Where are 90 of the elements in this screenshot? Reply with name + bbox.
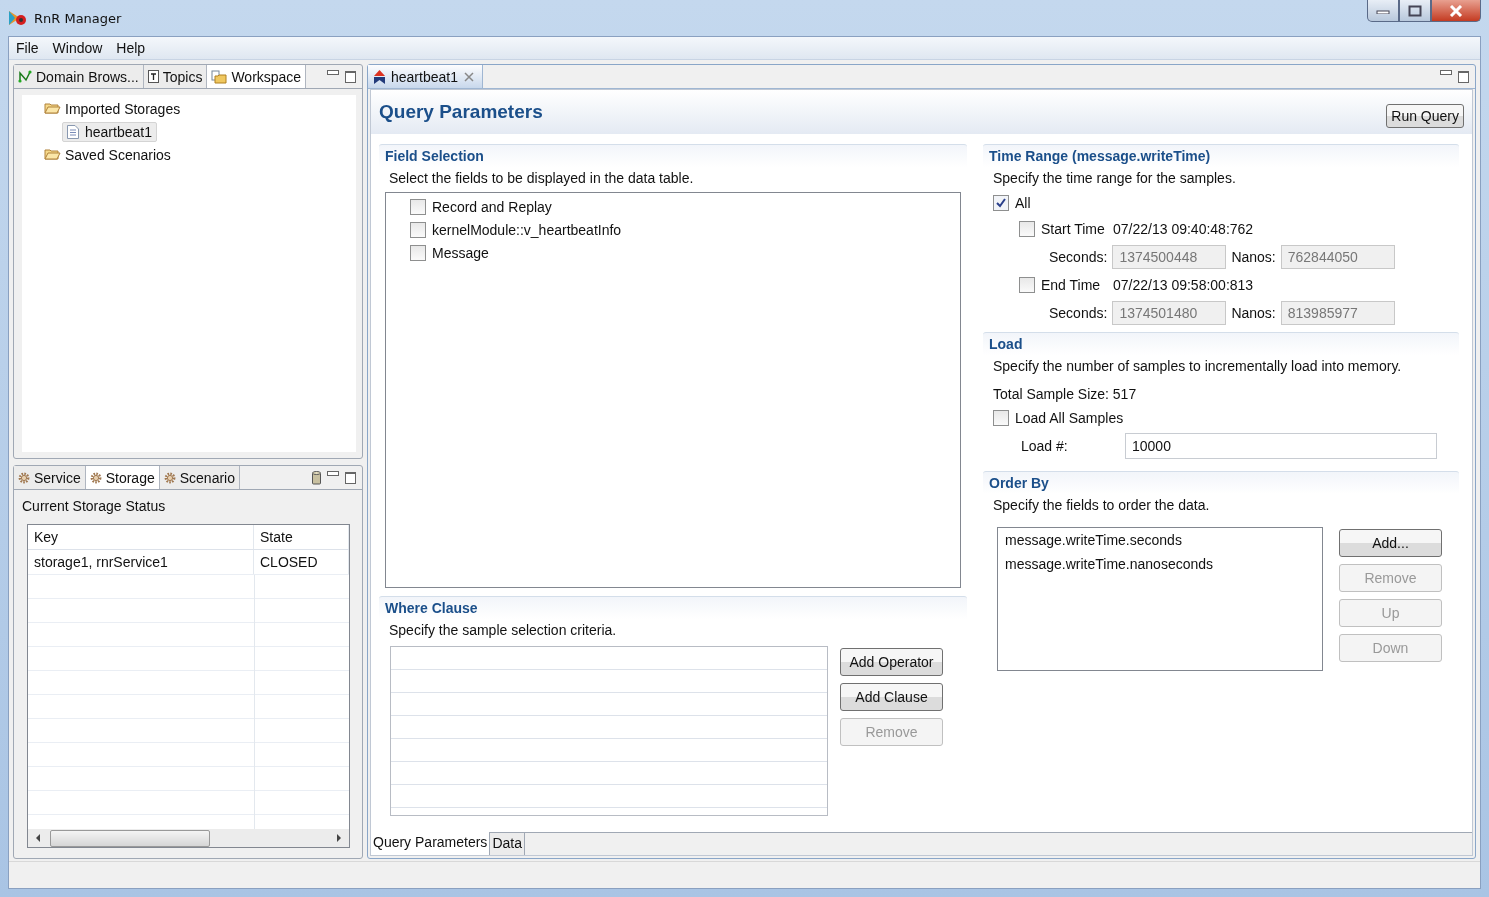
cylinder-icon[interactable]: [312, 470, 321, 485]
column-header[interactable]: Key: [28, 525, 254, 549]
panel-heading: Current Storage Status: [22, 498, 167, 514]
minimize-view-icon[interactable]: [1440, 70, 1452, 75]
folders-icon: [211, 69, 228, 84]
section-title: Order By: [983, 471, 1459, 494]
column-header[interactable]: State: [254, 525, 349, 549]
view-tab[interactable]: Workspace: [207, 65, 307, 88]
checkbox-label[interactable]: kernelModule::v_heartbeatInfo: [432, 221, 622, 238]
page-tab[interactable]: Query Parameters: [371, 832, 491, 855]
checkbox-label[interactable]: Load All Samples: [1015, 409, 1124, 426]
run-query-button[interactable]: Run Query: [1386, 104, 1464, 128]
checkbox[interactable]: [993, 195, 1009, 211]
time-value: 07/22/13 09:40:48:762: [1113, 221, 1254, 237]
checkbox[interactable]: [993, 409, 1009, 426]
field-label: Load #:: [1021, 438, 1069, 454]
field-label: Seconds:: [1049, 305, 1108, 321]
menu-item[interactable]: File: [16, 40, 39, 56]
checkbox-label[interactable]: Start Time: [1041, 221, 1107, 237]
view-tab[interactable]: Service: [14, 466, 86, 489]
view-tab[interactable]: Scenario: [159, 466, 240, 489]
right-arrow-icon[interactable]: [335, 833, 343, 843]
nanos-field[interactable]: 813985977: [1280, 301, 1395, 325]
menu-item[interactable]: Window: [52, 40, 103, 56]
clause-button[interactable]: Add Operator: [840, 648, 943, 676]
minimize-icon: [1376, 7, 1390, 14]
section-title: Time Range (message.writeTime): [983, 144, 1459, 167]
checkbox[interactable]: [410, 244, 426, 261]
time-value: 07/22/13 09:58:00:813: [1113, 277, 1254, 293]
maximize-view-icon[interactable]: [1458, 70, 1469, 83]
list-item[interactable]: message.writeTime.nanoseconds: [1005, 556, 1315, 580]
seconds-field[interactable]: 1374500448: [1112, 245, 1227, 269]
left-arrow-icon[interactable]: [34, 833, 42, 843]
section-description: Specify the fields to order the data.: [992, 496, 1211, 515]
tree-item[interactable]: Saved Scenarios: [65, 146, 171, 163]
gear-icon: [18, 471, 30, 484]
app-logo-icon: [8, 9, 28, 27]
section-description: Specify the number of samples to incrementally load into memory.: [992, 357, 1403, 376]
checkbox[interactable]: [410, 198, 426, 215]
total-sample-size: Total Sample Size: 517: [992, 385, 1138, 404]
checkbox-label[interactable]: All: [1015, 195, 1031, 211]
gear-icon: [89, 471, 102, 484]
table-cell: CLOSED: [254, 550, 349, 574]
document-icon: [67, 124, 79, 139]
checkbox[interactable]: [1019, 221, 1035, 237]
folder-icon: [44, 148, 61, 161]
load-count-field[interactable]: 10000: [1125, 433, 1437, 459]
close-icon: [1448, 4, 1464, 17]
table-cell: storage1, rnrService1: [28, 550, 254, 574]
minimize-button[interactable]: [1367, 0, 1399, 22]
section-description: Specify the sample selection criteria.: [388, 621, 618, 640]
storage-icon: [374, 69, 385, 84]
close-icon[interactable]: [463, 71, 474, 82]
seconds-field[interactable]: 1374501480: [1112, 301, 1227, 325]
menu-item[interactable]: Help: [116, 40, 146, 56]
tree-item[interactable]: Imported Storages: [65, 100, 181, 117]
checkbox-label[interactable]: Message: [432, 244, 489, 261]
view-tab[interactable]: Storage: [85, 466, 160, 489]
section-description: Select the fields to be displayed in the data table.: [388, 169, 695, 188]
text-document-icon: [147, 70, 159, 83]
section-description: Specify the time range for the samples.: [992, 169, 1237, 188]
minimize-view-icon[interactable]: [327, 471, 339, 476]
clause-button[interactable]: Add Clause: [840, 683, 943, 711]
folder-icon: [44, 102, 61, 115]
editor-tab[interactable]: heartbeat1: [368, 65, 483, 88]
maximize-view-icon[interactable]: [345, 70, 356, 83]
field-label: Nanos:: [1231, 249, 1276, 265]
field-label: Nanos:: [1231, 305, 1276, 321]
page-tab[interactable]: Data: [490, 833, 525, 855]
checkbox[interactable]: [1019, 277, 1035, 293]
checkbox-label[interactable]: End Time: [1041, 277, 1107, 293]
horizontal-scrollbar[interactable]: [28, 829, 349, 847]
field-label: Seconds:: [1049, 249, 1108, 265]
graph-icon: [18, 70, 32, 83]
order-button[interactable]: Add...: [1339, 529, 1442, 557]
gear-icon: [163, 471, 176, 484]
view-tab[interactable]: Domain Brows...: [14, 65, 144, 88]
nanos-field[interactable]: 762844050: [1280, 245, 1395, 269]
view-tab[interactable]: Topics: [143, 65, 208, 88]
maximize-icon: [1408, 4, 1422, 17]
checkbox-label[interactable]: Record and Replay: [432, 198, 552, 215]
form-title: Query Parameters: [379, 101, 543, 123]
maximize-button[interactable]: [1399, 0, 1431, 22]
minimize-view-icon[interactable]: [327, 70, 339, 75]
maximize-view-icon[interactable]: [345, 471, 356, 484]
list-item[interactable]: message.writeTime.seconds: [1005, 532, 1315, 556]
close-button[interactable]: [1431, 0, 1481, 22]
tree-item[interactable]: heartbeat1: [62, 121, 157, 142]
window-title: RnR Manager: [34, 10, 122, 26]
checkbox[interactable]: [410, 221, 426, 238]
